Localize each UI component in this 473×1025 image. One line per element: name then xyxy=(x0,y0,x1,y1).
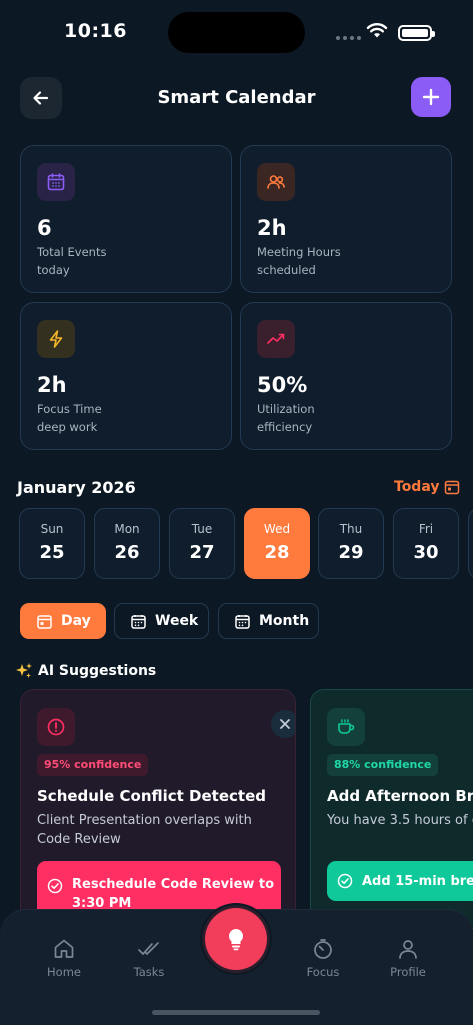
suggestion-card-conflict[interactable]: 95% confidence Schedule Conflict Detecte… xyxy=(20,689,296,929)
trend-icon xyxy=(257,320,295,358)
lightbulb-icon xyxy=(228,928,244,951)
stat-label: Meeting Hours xyxy=(257,245,341,259)
timer-icon xyxy=(314,939,332,959)
stat-card-total-events: 6 Total Events today xyxy=(20,145,232,293)
calendar-icon xyxy=(37,614,52,629)
add-break-button[interactable]: Add 15-min brea xyxy=(327,861,473,901)
day-next[interactable] xyxy=(468,508,473,579)
signal-icon xyxy=(336,36,361,40)
view-label: Week xyxy=(155,613,199,629)
suggestion-card-break[interactable]: 88% confidence Add Afternoon Brea You ha… xyxy=(310,689,473,929)
suggestion-title: Add Afternoon Brea xyxy=(327,787,473,805)
stat-value: 2h xyxy=(257,216,287,240)
stat-sublabel: deep work xyxy=(37,420,98,434)
ai-heading-label: AI Suggestions xyxy=(38,663,157,679)
day-name: Wed xyxy=(263,522,291,536)
stat-card-focus-time: 2h Focus Time deep work xyxy=(20,302,232,450)
tab-label: Focus xyxy=(306,965,340,979)
ai-suggestions-heading: AI Suggestions xyxy=(15,662,156,680)
tab-tasks[interactable]: Tasks xyxy=(114,937,184,979)
today-button[interactable]: Today xyxy=(394,479,460,495)
confidence-badge: 88% confidence xyxy=(327,754,439,776)
day-fri[interactable]: Fri 30 xyxy=(393,508,459,579)
plus-icon xyxy=(422,88,440,106)
month-label: January 2026 xyxy=(17,478,136,497)
bolt-icon xyxy=(37,320,75,358)
stat-value: 6 xyxy=(37,216,52,240)
action-label: Add 15-min brea xyxy=(362,873,473,889)
stat-label: Utilization xyxy=(257,402,315,416)
day-date: 26 xyxy=(114,542,140,563)
view-label: Month xyxy=(259,613,310,629)
stat-label: Focus Time xyxy=(37,402,102,416)
coffee-icon xyxy=(327,708,365,746)
day-wed-selected[interactable]: Wed 28 xyxy=(244,508,310,579)
wifi-icon xyxy=(366,23,388,38)
status-bar: 10:16 xyxy=(0,0,473,64)
status-time: 10:16 xyxy=(64,20,127,42)
tab-label: Profile xyxy=(390,965,426,979)
double-check-icon xyxy=(138,942,159,955)
tab-label: Tasks xyxy=(133,965,165,979)
page-title: Smart Calendar xyxy=(157,87,316,108)
day-date: 25 xyxy=(39,542,65,563)
day-name: Tue xyxy=(191,522,213,536)
user-icon xyxy=(399,940,417,959)
dismiss-button[interactable] xyxy=(271,710,295,738)
confidence-badge: 95% confidence xyxy=(37,754,149,776)
alert-circle-icon xyxy=(37,708,75,746)
calendar-icon xyxy=(37,163,75,201)
suggestion-title: Schedule Conflict Detected xyxy=(37,787,266,805)
add-event-button[interactable] xyxy=(411,77,451,117)
day-date: 29 xyxy=(338,542,364,563)
sparkles-icon xyxy=(16,663,32,678)
stat-card-meeting-hours: 2h Meeting Hours scheduled xyxy=(240,145,452,293)
calendar-icon xyxy=(445,480,460,495)
tab-profile[interactable]: Profile xyxy=(373,937,443,979)
today-label: Today xyxy=(394,479,440,495)
day-name: Thu xyxy=(339,522,363,536)
day-name: Sun xyxy=(40,522,64,536)
day-thu[interactable]: Thu 29 xyxy=(318,508,384,579)
tab-label: Home xyxy=(47,965,81,979)
suggestion-description: You have 3.5 hours of c meetings xyxy=(327,813,473,828)
day-date: 28 xyxy=(264,542,290,563)
dynamic-island xyxy=(168,12,305,53)
calendar-grid-icon xyxy=(131,614,146,629)
day-sun[interactable]: Sun 25 xyxy=(19,508,85,579)
stat-value: 2h xyxy=(37,373,67,397)
view-day-button[interactable]: Day xyxy=(20,603,106,639)
home-indicator xyxy=(152,1010,320,1015)
ai-assistant-button[interactable] xyxy=(205,908,267,970)
tab-home[interactable]: Home xyxy=(29,937,99,979)
stat-card-utilization: 50% Utilization efficiency xyxy=(240,302,452,450)
tab-focus[interactable]: Focus xyxy=(288,937,358,979)
day-date: 30 xyxy=(413,542,439,563)
view-label: Day xyxy=(61,613,91,629)
stat-sublabel: scheduled xyxy=(257,263,316,277)
stat-sublabel: efficiency xyxy=(257,420,313,434)
view-month-button[interactable]: Month xyxy=(218,603,319,639)
stat-value: 50% xyxy=(257,373,308,397)
stat-label: Total Events xyxy=(37,245,107,259)
battery-icon xyxy=(398,25,435,41)
suggestion-description: Client Presentation overlaps with Code R… xyxy=(37,813,252,847)
users-icon xyxy=(257,163,295,201)
check-circle-icon xyxy=(47,878,63,894)
close-icon xyxy=(280,719,290,729)
day-strip: Sun 25 Mon 26 Tue 27 Wed 28 Thu 29 Fri 3… xyxy=(19,508,473,579)
calendar-grid-icon xyxy=(235,614,250,629)
day-name: Mon xyxy=(114,522,140,536)
day-tue[interactable]: Tue 27 xyxy=(169,508,235,579)
home-icon xyxy=(54,939,74,958)
day-date: 27 xyxy=(189,542,215,563)
check-circle-icon xyxy=(337,873,353,889)
view-week-button[interactable]: Week xyxy=(114,603,209,639)
stat-sublabel: today xyxy=(37,263,70,277)
day-name: Fri xyxy=(418,522,434,536)
day-mon[interactable]: Mon 26 xyxy=(94,508,160,579)
